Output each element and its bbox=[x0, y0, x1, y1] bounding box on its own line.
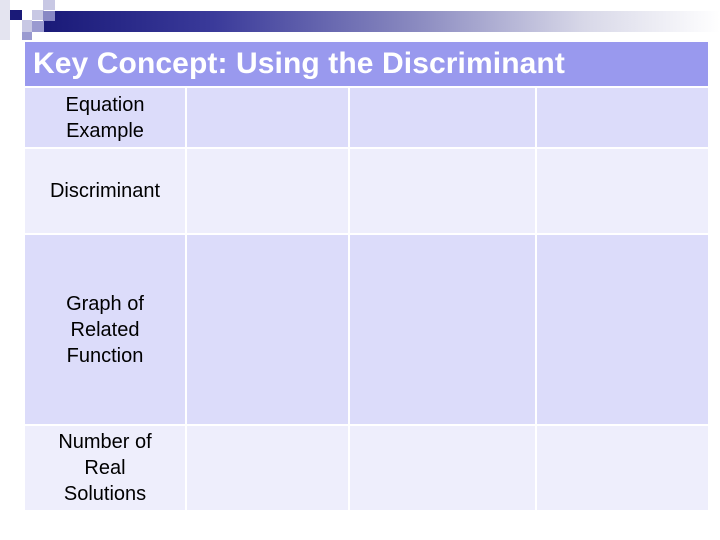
table-cell bbox=[350, 426, 535, 510]
table-cell bbox=[350, 235, 535, 424]
table-cell bbox=[537, 88, 708, 147]
deco-square bbox=[43, 11, 55, 21]
table-cell bbox=[187, 149, 348, 233]
table-row: Equation Example bbox=[25, 88, 708, 147]
table-row: Graph of Related Function bbox=[25, 235, 708, 424]
deco-square bbox=[32, 21, 44, 32]
row-header: Equation Example bbox=[25, 88, 185, 147]
table-cell bbox=[537, 235, 708, 424]
table-cell bbox=[537, 149, 708, 233]
table-cell bbox=[350, 88, 535, 147]
title-bar: Key Concept: Using the Discriminant bbox=[25, 42, 708, 86]
deco-square bbox=[43, 0, 55, 10]
table-cell bbox=[187, 88, 348, 147]
header-gradient-bar bbox=[44, 11, 720, 32]
deco-square bbox=[22, 32, 32, 40]
row-header: Number of Real Solutions bbox=[25, 426, 185, 510]
table-cell bbox=[537, 426, 708, 510]
deco-square bbox=[22, 20, 32, 32]
row-header: Discriminant bbox=[25, 149, 185, 233]
deco-square bbox=[10, 10, 22, 20]
slide-title: Key Concept: Using the Discriminant bbox=[33, 47, 565, 80]
table-row: Number of Real Solutions bbox=[25, 426, 708, 510]
table-cell bbox=[187, 235, 348, 424]
row-header: Graph of Related Function bbox=[25, 235, 185, 424]
table-row: Discriminant bbox=[25, 149, 708, 233]
table-cell bbox=[350, 149, 535, 233]
table-cell bbox=[187, 426, 348, 510]
deco-square bbox=[0, 0, 10, 40]
